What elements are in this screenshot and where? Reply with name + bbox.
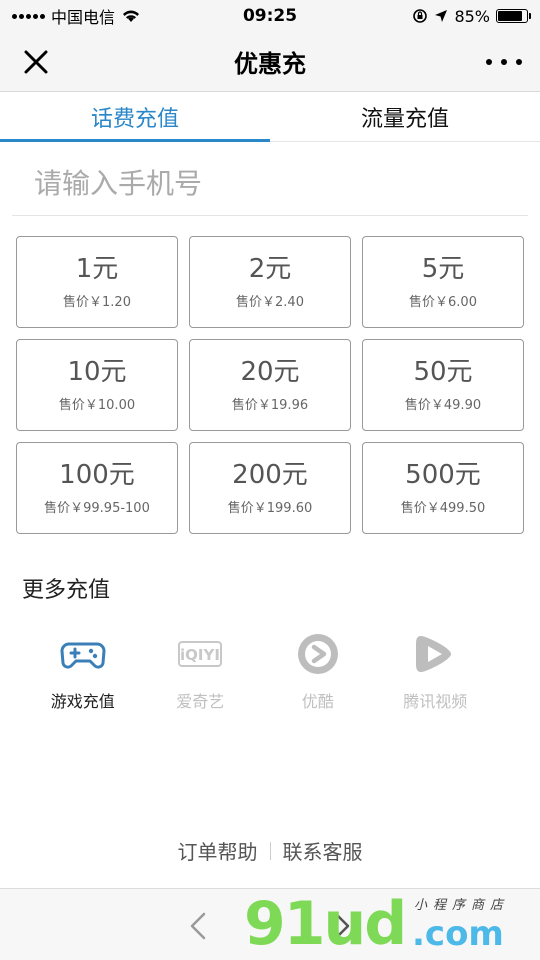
more-item-label: 游戏充值 — [50, 692, 115, 711]
card-price: 售价￥49.90 — [404, 398, 482, 414]
tab-bar: 话费充值 流量充值 — [0, 92, 540, 142]
phone-number-input[interactable] — [12, 152, 528, 215]
status-right: 85% — [412, 6, 531, 26]
card-price: 售价￥99.95-100 — [44, 501, 150, 517]
svg-text:iQIYI: iQIYI — [180, 646, 220, 664]
card-amount: 1元 — [75, 253, 119, 284]
card-price: 售价￥499.50 — [400, 501, 486, 517]
wifi-icon — [123, 10, 140, 22]
more-item-label: 爱奇艺 — [176, 692, 225, 711]
location-arrow-icon — [435, 10, 448, 22]
card-amount: 200元 — [232, 459, 308, 490]
card-price: 售价￥1.20 — [63, 295, 131, 311]
carrier-label: 中国电信 — [51, 8, 116, 27]
card-amount: 20元 — [240, 356, 300, 387]
more-button[interactable] — [486, 48, 522, 76]
status-time: 09:25 — [242, 6, 298, 26]
denomination-card-200[interactable]: 200元 售价￥199.60 — [189, 442, 351, 534]
youku-logo-icon — [297, 634, 338, 674]
more-recharge-title: 更多充值 — [22, 578, 111, 603]
battery-fill — [498, 11, 522, 21]
more-recharge-row: 游戏充值 iQIYI 爱奇艺 优酷 腾讯视频 — [24, 630, 494, 712]
contact-service-link[interactable]: 联系客服 — [283, 836, 363, 865]
denomination-grid: 1元 售价￥1.20 2元 售价￥2.40 5元 售价￥6.00 10元 售价￥… — [16, 236, 524, 534]
card-amount: 500元 — [405, 459, 481, 490]
chevron-left-icon[interactable] — [186, 911, 210, 941]
more-item-label: 腾讯视频 — [403, 692, 468, 711]
denomination-card-1[interactable]: 1元 售价￥1.20 — [16, 236, 178, 328]
card-price: 售价￥19.96 — [231, 398, 309, 414]
status-left: 中国电信 — [12, 4, 141, 28]
card-price: 售价￥2.40 — [236, 295, 304, 311]
card-amount: 100元 — [59, 459, 135, 490]
close-button[interactable] — [20, 46, 52, 78]
rotation-lock-icon — [413, 9, 428, 23]
nav-bar: 优惠充 — [0, 32, 540, 92]
more-item-youku[interactable]: 优酷 — [259, 630, 377, 712]
card-amount: 10元 — [67, 356, 127, 387]
card-amount: 50元 — [413, 356, 473, 387]
footer-links: 订单帮助 联系客服 — [0, 836, 540, 865]
card-price: 售价￥10.00 — [58, 398, 136, 414]
denomination-card-2[interactable]: 2元 售价￥2.40 — [189, 236, 351, 328]
gamepad-icon — [60, 642, 106, 669]
more-dots-icon — [486, 59, 492, 65]
denomination-card-5[interactable]: 5元 售价￥6.00 — [362, 236, 524, 328]
denomination-card-20[interactable]: 20元 售价￥19.96 — [189, 339, 351, 431]
tab-data-recharge[interactable]: 流量充值 — [270, 92, 540, 141]
tencent-video-icon — [416, 636, 452, 672]
more-item-label: 优酷 — [301, 692, 334, 711]
page-title: 优惠充 — [234, 50, 306, 78]
more-item-tencent-video[interactable]: 腾讯视频 — [377, 630, 495, 712]
signal-icon — [12, 13, 45, 19]
chevron-right-icon[interactable] — [330, 911, 354, 941]
bottom-nav — [0, 888, 540, 960]
status-bar: 中国电信 09:25 85% — [0, 0, 540, 32]
battery-percent: 85% — [454, 6, 490, 26]
card-amount: 5元 — [421, 253, 465, 284]
denomination-card-50[interactable]: 50元 售价￥49.90 — [362, 339, 524, 431]
more-item-game[interactable]: 游戏充值 — [24, 630, 142, 712]
order-help-link[interactable]: 订单帮助 — [178, 836, 258, 865]
footer-divider — [269, 841, 271, 860]
card-price: 售价￥6.00 — [409, 295, 477, 311]
card-amount: 2元 — [248, 253, 292, 284]
tab-phone-recharge[interactable]: 话费充值 — [0, 92, 270, 142]
iqiyi-logo-icon: iQIYI — [178, 641, 223, 667]
battery-icon — [496, 9, 531, 23]
denomination-card-100[interactable]: 100元 售价￥99.95-100 — [16, 442, 178, 534]
denomination-card-500[interactable]: 500元 售价￥499.50 — [362, 442, 524, 534]
more-item-iqiyi[interactable]: iQIYI 爱奇艺 — [142, 630, 260, 712]
close-icon — [24, 50, 48, 74]
denomination-card-10[interactable]: 10元 售价￥10.00 — [16, 339, 178, 431]
phone-input-wrapper — [12, 152, 528, 216]
card-price: 售价￥199.60 — [227, 501, 313, 517]
